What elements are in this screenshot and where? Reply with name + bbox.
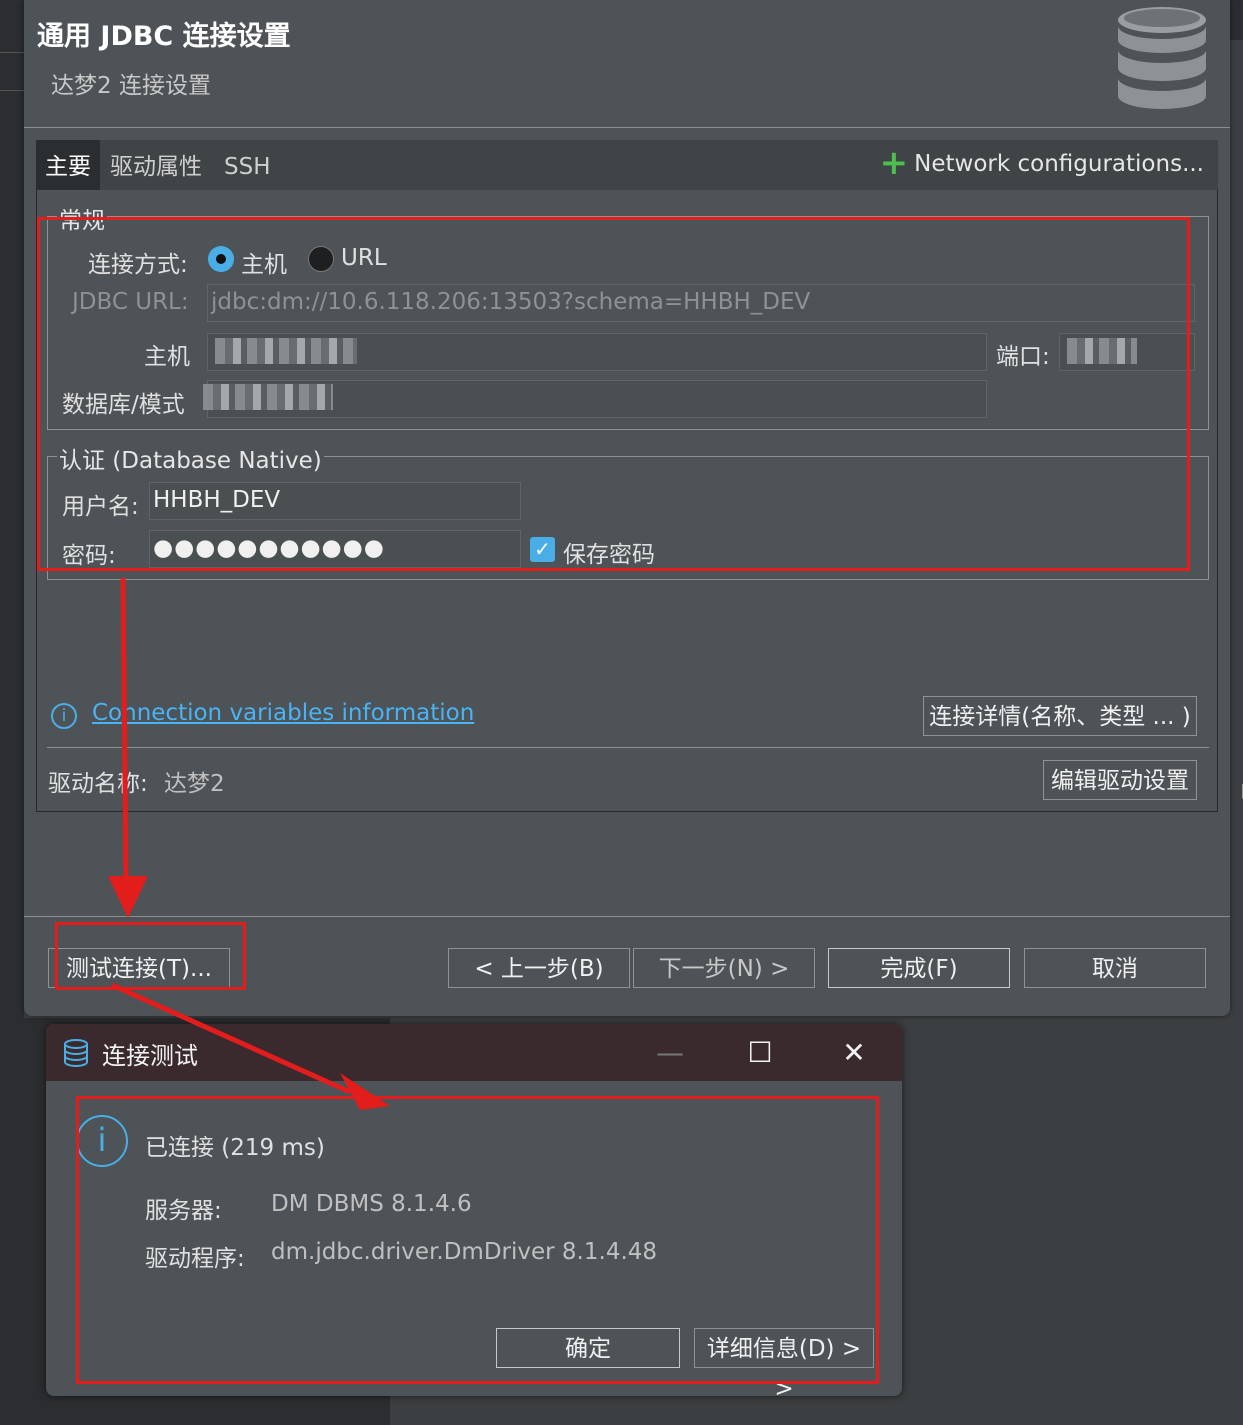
- test-dialog-title: 连接测试: [102, 1042, 198, 1070]
- connected-status: 已连接 (219 ms): [145, 1135, 325, 1161]
- jdbc-settings-dialog: 通用 JDBC 连接设置 达梦2 连接设置 主要 驱动属性 SSH + Netwo…: [24, 0, 1230, 1016]
- port-redacted: [1067, 338, 1137, 364]
- save-password-label[interactable]: 保存密码: [563, 535, 655, 569]
- ok-button[interactable]: 确定: [496, 1328, 680, 1368]
- test-connection-button[interactable]: 测试连接(T)...: [48, 948, 230, 988]
- maximize-icon[interactable]: ☐: [730, 1024, 790, 1081]
- test-dialog-titlebar: 连接测试 — ☐ ✕: [46, 1024, 902, 1081]
- background-edge-glyph: 「: [1228, 778, 1243, 810]
- next-button[interactable]: 下一步(N) >: [633, 948, 815, 988]
- back-button[interactable]: < 上一步(B): [448, 948, 630, 988]
- close-icon[interactable]: ✕: [824, 1024, 884, 1081]
- driver-name-value: 达梦2: [164, 771, 225, 797]
- server-value: DM DBMS 8.1.4.6: [271, 1191, 472, 1217]
- driver-label: 驱动程序:: [145, 1246, 245, 1272]
- network-configurations-label: Network configurations...: [914, 151, 1204, 177]
- plus-icon: +: [879, 143, 909, 183]
- connect-mode-label: 连接方式:: [88, 252, 188, 278]
- details-button[interactable]: 详细信息(D) > >: [694, 1328, 874, 1396]
- header-separator: [24, 127, 1230, 128]
- tab-bar: 主要 驱动属性 SSH + Network configurations...: [36, 140, 1218, 190]
- connection-test-dialog: 连接测试 — ☐ ✕ i 已连接 (219 ms) 服务器: DM DBMS 8…: [46, 1024, 902, 1396]
- dialog-title: 通用 JDBC 连接设置: [37, 21, 291, 52]
- connection-variables-link[interactable]: Connection variables information: [92, 700, 474, 726]
- info-large-icon: i: [76, 1115, 128, 1167]
- tab-content-main: 常规 连接方式: 主机 URL JDBC URL: jdbc:dm://10.6…: [36, 190, 1218, 812]
- finish-button[interactable]: 完成(F): [828, 948, 1010, 988]
- general-group-title: 常规: [57, 201, 107, 235]
- jdbc-url-field[interactable]: jdbc:dm://10.6.118.206:13503?schema=HHBH…: [207, 284, 1195, 322]
- cancel-button[interactable]: 取消: [1024, 948, 1206, 988]
- host-label: 主机: [144, 344, 190, 370]
- connection-details-button[interactable]: 连接详情(名称、类型 ... ): [923, 696, 1197, 736]
- radio-url-label[interactable]: URL: [341, 245, 387, 271]
- radio-host[interactable]: [208, 246, 234, 272]
- content-separator: [47, 747, 1209, 748]
- info-icon: i: [51, 703, 77, 729]
- background-pane-right: [1230, 0, 1243, 1425]
- radio-host-label[interactable]: 主机: [241, 245, 287, 279]
- port-label: 端口:: [996, 344, 1050, 370]
- tab-driver-properties[interactable]: 驱动属性: [110, 140, 202, 190]
- jdbc-url-label: JDBC URL:: [72, 289, 189, 315]
- database-small-icon: [64, 1039, 88, 1067]
- driver-value: dm.jdbc.driver.DmDriver 8.1.4.48: [271, 1239, 658, 1265]
- password-label: 密码:: [62, 543, 116, 569]
- save-password-checkbox[interactable]: ✓: [530, 537, 555, 562]
- tab-ssh[interactable]: SSH: [224, 140, 271, 190]
- password-field[interactable]: ●●●●●●●●●●●: [149, 530, 521, 568]
- host-redacted: [215, 338, 357, 364]
- network-configurations-button[interactable]: + Network configurations...: [880, 140, 1204, 188]
- dialog-subtitle: 达梦2 连接设置: [51, 73, 211, 99]
- footer-separator: [24, 916, 1230, 917]
- database-label: 数据库/模式: [62, 392, 185, 418]
- auth-group-title: 认证 (Database Native): [57, 441, 324, 475]
- driver-name-label: 驱动名称:: [48, 771, 148, 797]
- server-label: 服务器:: [145, 1198, 222, 1224]
- database-icon: [1118, 7, 1206, 109]
- username-field[interactable]: HHBH_DEV: [149, 482, 521, 520]
- tab-main[interactable]: 主要: [36, 140, 100, 190]
- edit-driver-button[interactable]: 编辑驱动设置: [1043, 760, 1197, 800]
- database-redacted: [203, 384, 333, 410]
- username-label: 用户名:: [62, 494, 139, 520]
- radio-url[interactable]: [308, 246, 334, 272]
- minimize-icon[interactable]: —: [640, 1024, 700, 1081]
